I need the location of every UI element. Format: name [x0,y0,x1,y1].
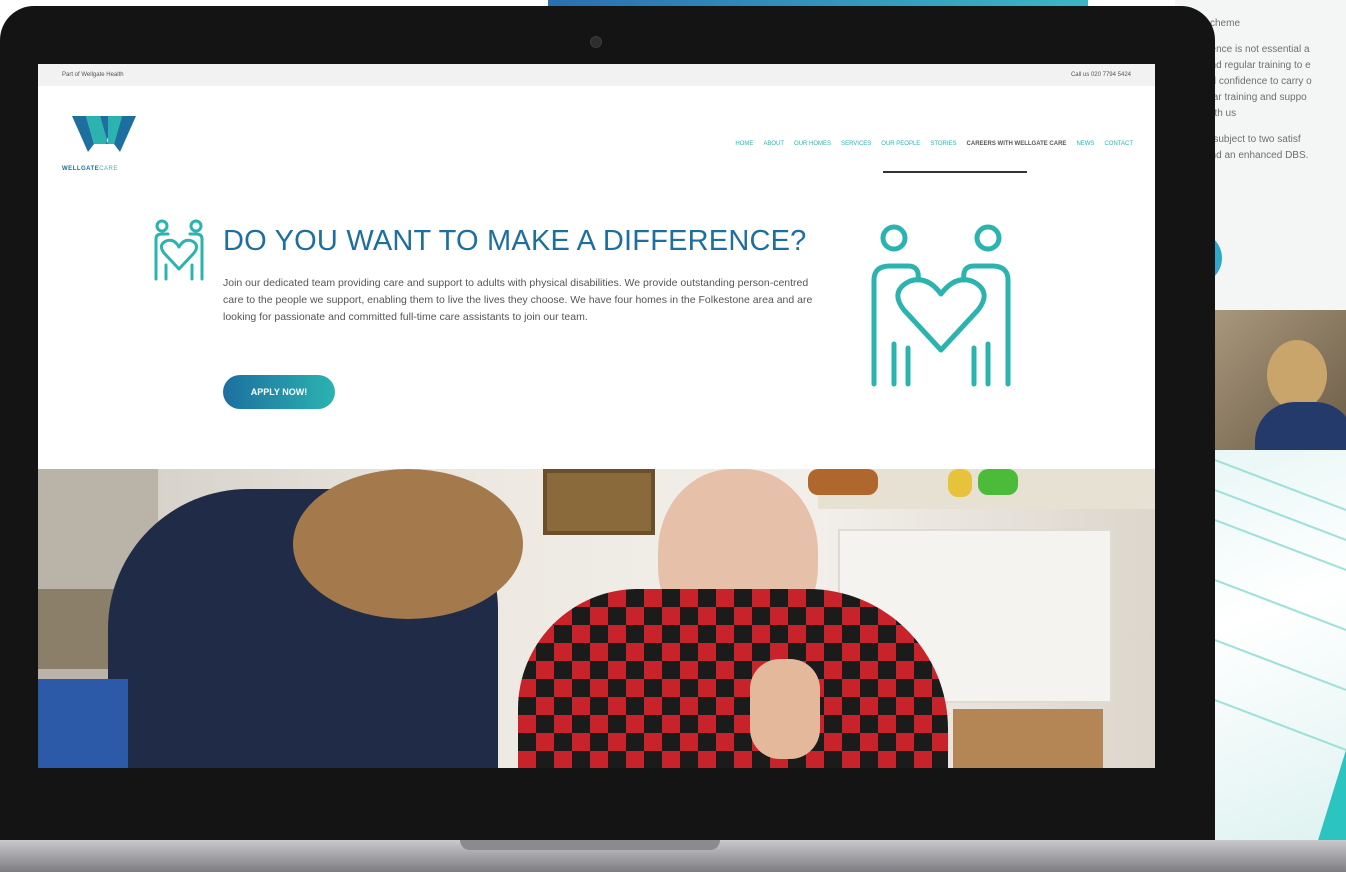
nav-item-home[interactable]: HOME [735,141,753,147]
main-nav: HOME ABOUT OUR HOMES SERVICES OUR PEOPLE… [735,141,1133,147]
brochure-line: scheme [1205,18,1241,29]
brochure-line: and an enhanced DBS. [1205,150,1309,161]
nav-item-news[interactable]: NEWS [1076,141,1094,147]
laptop-screen: Part of Wellgate Health Call us 020 7794… [38,64,1155,768]
wellgate-logo-icon[interactable] [72,116,136,152]
nav-item-about[interactable]: ABOUT [763,141,784,147]
nav-item-stories[interactable]: STORIES [930,141,956,147]
logo-wordmark[interactable]: WELLGATECARE [62,166,118,172]
background-brochure-text: scheme rience is not essential a and reg… [1205,16,1346,164]
brochure-decorative-lines [1215,450,1346,850]
brochure-line: with us [1205,108,1237,119]
laptop-hinge-notch [460,840,720,850]
nav-active-underline [883,171,1027,173]
logo-name-bold: WELLGATE [62,166,100,172]
topbar-phone[interactable]: Call us 020 7794 5424 [1071,72,1131,78]
hero-description: Join our dedicated team providing care a… [223,277,813,323]
nav-item-contact[interactable]: CONTACT [1104,141,1133,147]
brochure-line: rience is not essential a [1205,44,1310,55]
page-title: DO YOU WANT TO MAKE A DIFFERENCE? [223,225,807,257]
nav-item-careers[interactable]: CAREERS WITH WELLGATE CARE [967,141,1067,147]
hero-photo-carer-and-resident [38,469,1155,768]
site-topbar: Part of Wellgate Health Call us 020 7794… [38,64,1155,86]
webcam-icon [590,36,602,48]
nav-item-our-homes[interactable]: OUR HOMES [794,141,831,147]
brochure-line: and regular training to e [1205,60,1311,71]
two-people-heart-icon [154,219,204,281]
brochure-line: nd confidence to carry o [1205,76,1312,87]
brochure-photo [1215,310,1346,452]
nav-item-services[interactable]: SERVICES [841,141,871,147]
topbar-tagline[interactable]: Part of Wellgate Health [62,72,124,78]
apply-now-button[interactable]: APPLY NOW! [223,375,335,409]
two-people-heart-large-icon [871,224,1011,387]
brochure-line: e subject to two satisf [1205,134,1301,145]
nav-item-our-people[interactable]: OUR PEOPLE [881,141,920,147]
logo-name-light: CARE [99,166,118,172]
brochure-line: ular training and suppo [1205,92,1307,103]
